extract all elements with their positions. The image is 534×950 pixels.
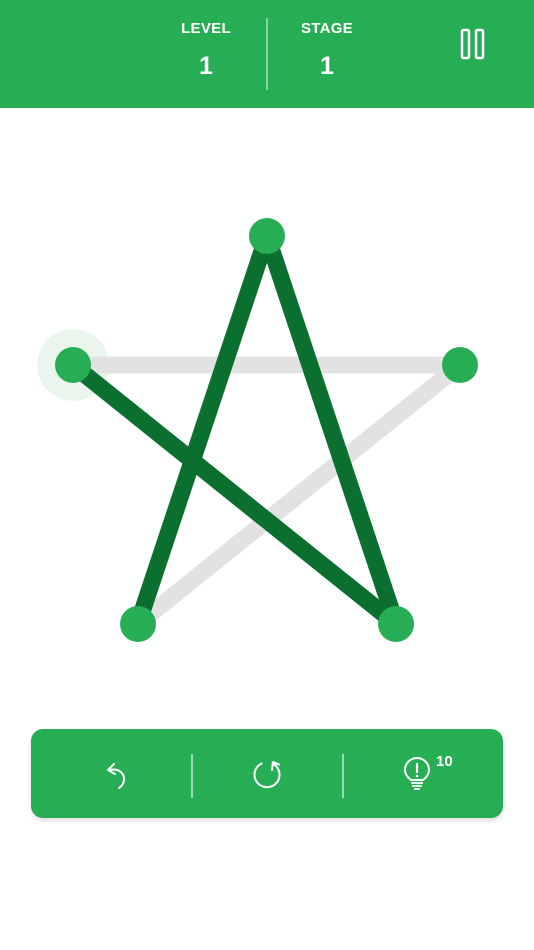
star-puzzle[interactable] xyxy=(0,108,534,708)
node-left[interactable] xyxy=(55,347,91,383)
level-label: LEVEL xyxy=(181,20,231,37)
restart-icon xyxy=(253,760,281,788)
bottom-toolbar: 10 xyxy=(31,729,503,818)
stage-value: 1 xyxy=(320,52,334,80)
restart-button[interactable] xyxy=(192,729,342,818)
node-bottom-right[interactable] xyxy=(378,606,414,642)
level-indicator: LEVEL 1 xyxy=(146,20,266,81)
undo-button[interactable] xyxy=(41,729,191,818)
node-top[interactable] xyxy=(249,218,285,254)
node-bottom-left[interactable] xyxy=(120,606,156,642)
level-value: 1 xyxy=(199,52,213,80)
stage-indicator: STAGE 1 xyxy=(267,20,387,81)
pause-button[interactable] xyxy=(452,24,494,64)
node-right[interactable] xyxy=(442,347,478,383)
hint-count-badge: 10 xyxy=(436,753,453,770)
hint-button[interactable] xyxy=(342,729,492,818)
lightbulb-icon xyxy=(404,756,430,790)
pause-icon xyxy=(460,28,485,60)
undo-icon xyxy=(107,762,126,789)
stage-label: STAGE xyxy=(300,20,354,37)
top-bar: LEVEL 1 STAGE 1 xyxy=(0,0,534,108)
puzzle-board[interactable] xyxy=(0,108,534,708)
